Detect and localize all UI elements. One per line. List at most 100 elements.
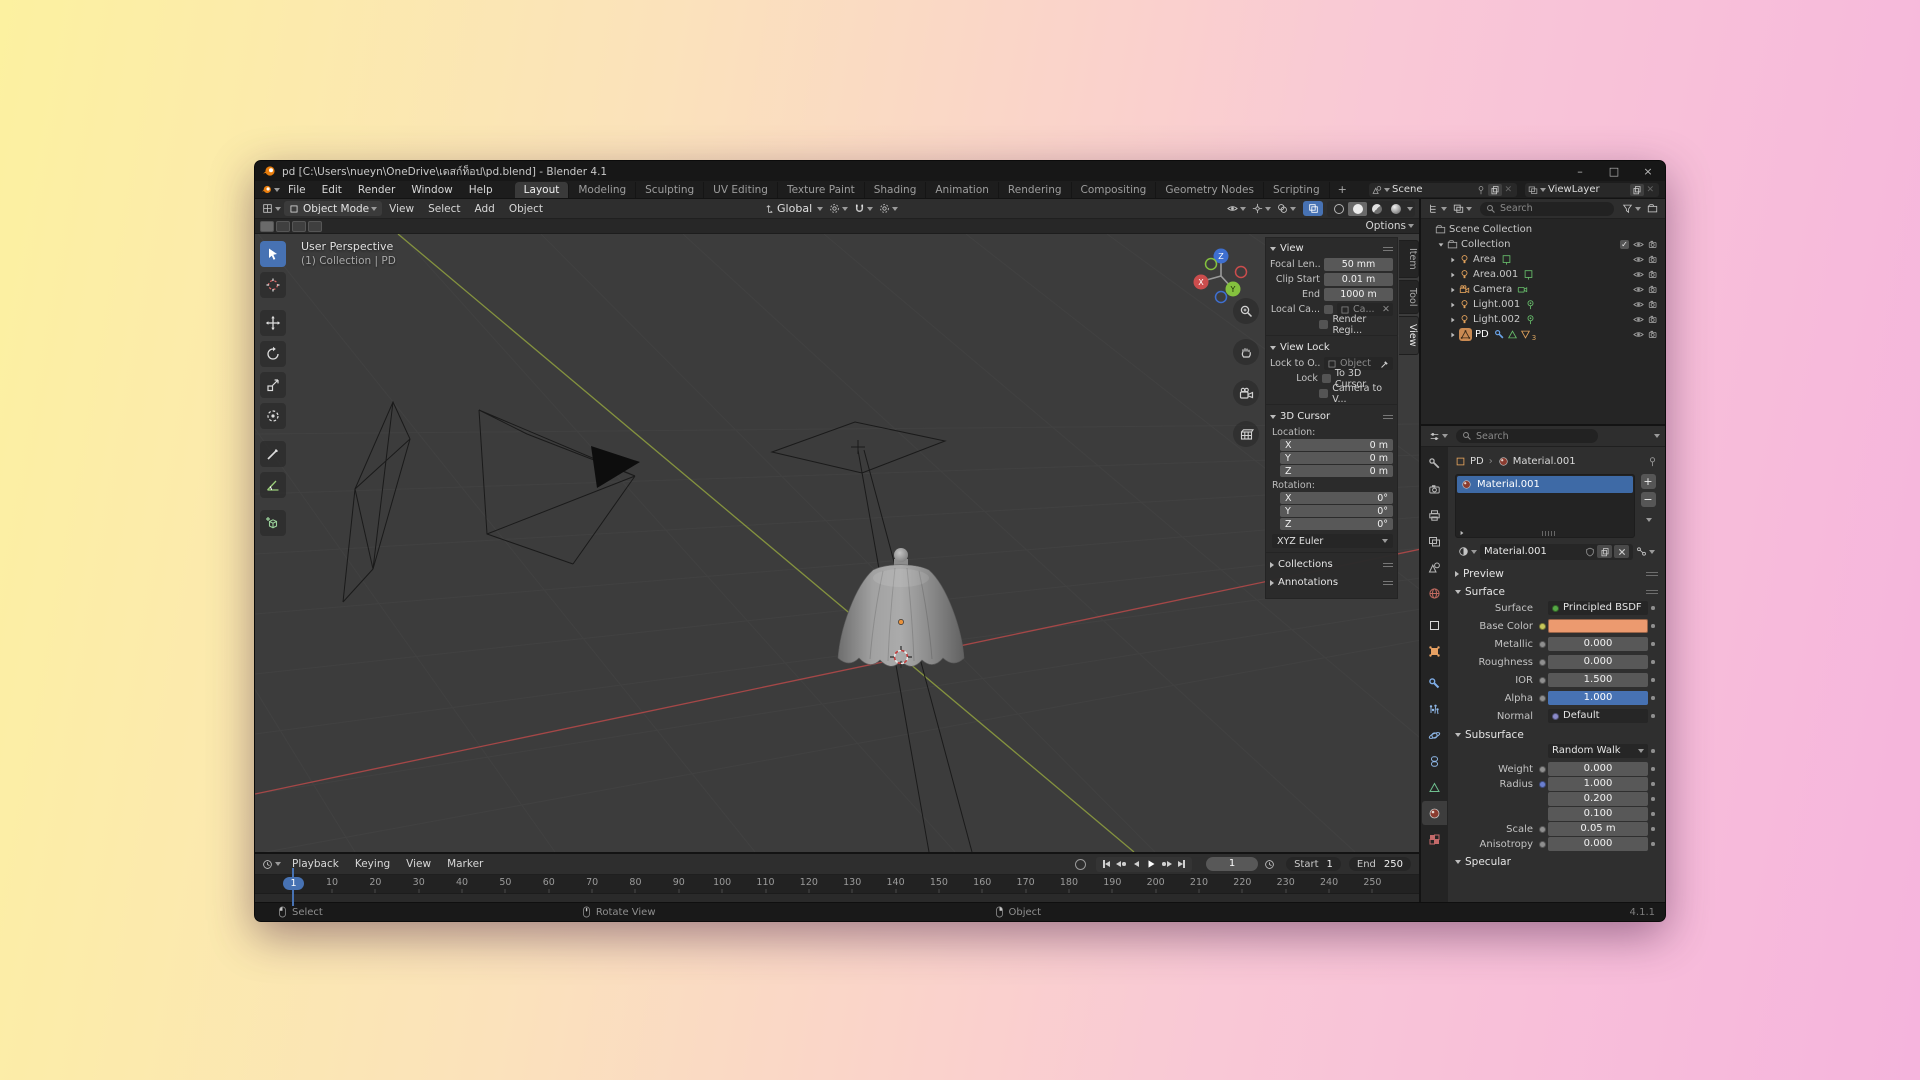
sidebar-tab-tool[interactable]: Tool [1399,279,1419,315]
properties-tab-scene[interactable] [1422,555,1447,579]
mode-dropdown[interactable]: Object Mode [284,201,383,216]
pin-icon[interactable] [1647,456,1658,467]
outliner-display-mode-button[interactable] [1428,203,1447,214]
animate-dot[interactable] [1648,827,1658,831]
workspace-tab-geometry-nodes[interactable]: Geometry Nodes [1156,182,1264,198]
visibility-dropdown[interactable] [1227,203,1246,214]
select-box-tool[interactable] [260,241,286,267]
outliner-row-light-001[interactable]: Light.001 [1421,297,1665,312]
object-name[interactable]: Camera [1473,284,1512,295]
properties-tab-modifiers[interactable] [1422,671,1447,695]
scene-selector[interactable]: Scene ✕ [1369,182,1517,197]
cursor-location-x[interactable]: X0 m [1280,439,1393,451]
options-button[interactable]: Options [1365,220,1414,232]
timeline-menu-marker[interactable]: Marker [439,858,491,870]
minimize-button[interactable]: – [1563,161,1597,181]
view-lock-header[interactable]: View Lock [1270,340,1393,355]
animate-dot[interactable] [1648,782,1658,786]
hide-eye-toggle[interactable] [1631,254,1646,265]
measure-tool[interactable] [260,472,286,498]
add-cube-tool[interactable] [260,510,286,536]
animate-dot[interactable] [1648,624,1658,628]
overlays-dropdown[interactable] [1277,203,1296,214]
maximize-button[interactable]: □ [1597,161,1631,181]
field-surface[interactable]: Principled BSDF [1548,601,1648,615]
shading-wireframe-button[interactable] [1329,202,1348,216]
field-anisotropy[interactable]: 0.000 [1548,837,1648,851]
animate-dot[interactable] [1648,797,1658,801]
specular-panel-header[interactable]: Specular [1455,854,1658,869]
outliner-filter-mode-button[interactable] [1453,203,1472,214]
properties-tab-particles[interactable] [1422,697,1447,721]
cursor-location-z[interactable]: Z0 m [1280,465,1393,477]
outliner-row-collection[interactable]: Collection [1421,237,1665,252]
field-0-200[interactable]: 0.200 [1548,792,1648,806]
auto-keyframe-record-button[interactable] [1075,858,1087,870]
outliner-row-light-002[interactable]: Light.002 [1421,312,1665,327]
render-visibility-toggle[interactable] [1646,284,1661,295]
slider-alpha[interactable]: 1.000 [1548,691,1648,705]
timeline-ruler[interactable]: 1 10 20 30 40 50 60 70 80 90 100 110 120 130 140 150 16… [255,875,1419,893]
menu-help[interactable]: Help [461,184,501,196]
properties-search-input[interactable]: Search [1456,429,1598,443]
gizmos-dropdown[interactable] [1252,203,1271,214]
properties-tab-texture[interactable] [1422,827,1447,851]
properties-editor-type-button[interactable] [1429,431,1448,442]
proportional-dropdown[interactable] [879,203,899,214]
annotate-tool[interactable] [260,441,286,467]
playhead-pill[interactable]: 1 [283,877,304,890]
preview-panel-header[interactable]: Preview [1455,566,1658,581]
animate-dot[interactable] [1648,606,1658,610]
field-metallic[interactable]: 0.000 [1548,637,1648,651]
select-mode-intersect-button[interactable] [308,220,322,232]
play-reverse-button[interactable] [1129,858,1144,871]
render-visibility-toggle[interactable] [1646,314,1661,325]
orientation-dropdown[interactable]: Global [763,202,824,215]
camera-to-view-checkbox[interactable] [1319,389,1329,398]
browse-material-button[interactable] [1458,546,1477,557]
workspace-tab-uv-editing[interactable]: UV Editing [704,182,778,198]
unlink-scene-icon[interactable]: ✕ [1504,185,1512,195]
breadcrumb-material[interactable]: Material.001 [1513,456,1576,467]
material-slot-list[interactable]: Material.001 [1455,474,1635,538]
rotation-mode-dropdown[interactable]: XYZ Euler [1272,534,1393,548]
object-name[interactable]: Light.002 [1473,314,1520,325]
shading-solid-button[interactable] [1348,201,1367,216]
color-swatch-base-color[interactable] [1548,619,1648,633]
shading-material-button[interactable] [1367,202,1386,216]
editor-type-button[interactable] [262,203,281,214]
zoom-button[interactable] [1233,298,1259,324]
cursor-tool[interactable] [260,272,286,298]
select-mode-new-button[interactable] [260,220,274,232]
timeline-menu-keying[interactable]: Keying [347,858,398,870]
animate-dot[interactable] [1648,642,1658,646]
current-frame-field[interactable]: 1 [1206,857,1259,871]
animate-dot[interactable] [1648,696,1658,700]
panel-header-collections[interactable]: Collections [1270,557,1393,572]
snap-dropdown[interactable] [854,203,874,214]
collection-checkbox[interactable] [1620,240,1629,249]
add-workspace-button[interactable]: + [1330,183,1355,196]
select-mode-extend-button[interactable] [276,220,290,232]
panel-header-annotations[interactable]: Annotations [1270,575,1393,590]
field-clip-start[interactable]: 0.01 m [1324,273,1393,286]
outliner-row-area[interactable]: Area [1421,252,1665,267]
subsurface-method-dropdown[interactable]: Random Walk [1548,744,1648,758]
outliner-editor[interactable]: Search Scene Collection Collection Area Are… [1421,199,1665,426]
viewport-menu-select[interactable]: Select [421,203,467,215]
field-0-100[interactable]: 0.100 [1548,807,1648,821]
render-visibility-toggle[interactable] [1646,299,1661,310]
material-specials-button[interactable] [1646,518,1652,522]
outliner-row-pd[interactable]: PD 3 [1421,327,1665,342]
properties-editor[interactable]: Search PD › Material.001 Material.001 + … [1421,426,1665,904]
hide-eye-toggle[interactable] [1631,269,1646,280]
animate-dot[interactable] [1648,842,1658,846]
menu-render[interactable]: Render [350,184,403,196]
ortho-toggle-button[interactable] [1233,421,1259,447]
timeline-editor[interactable]: Playback Keying View Marker 1 Start 1 En… [255,852,1419,906]
select-mode-subtract-button[interactable] [292,220,306,232]
app-menu-button[interactable] [261,184,280,195]
jump-to-end-button[interactable] [1174,858,1189,871]
cursor-rotation-x[interactable]: X 0° [1280,492,1393,504]
xray-toggle[interactable] [1303,201,1323,216]
